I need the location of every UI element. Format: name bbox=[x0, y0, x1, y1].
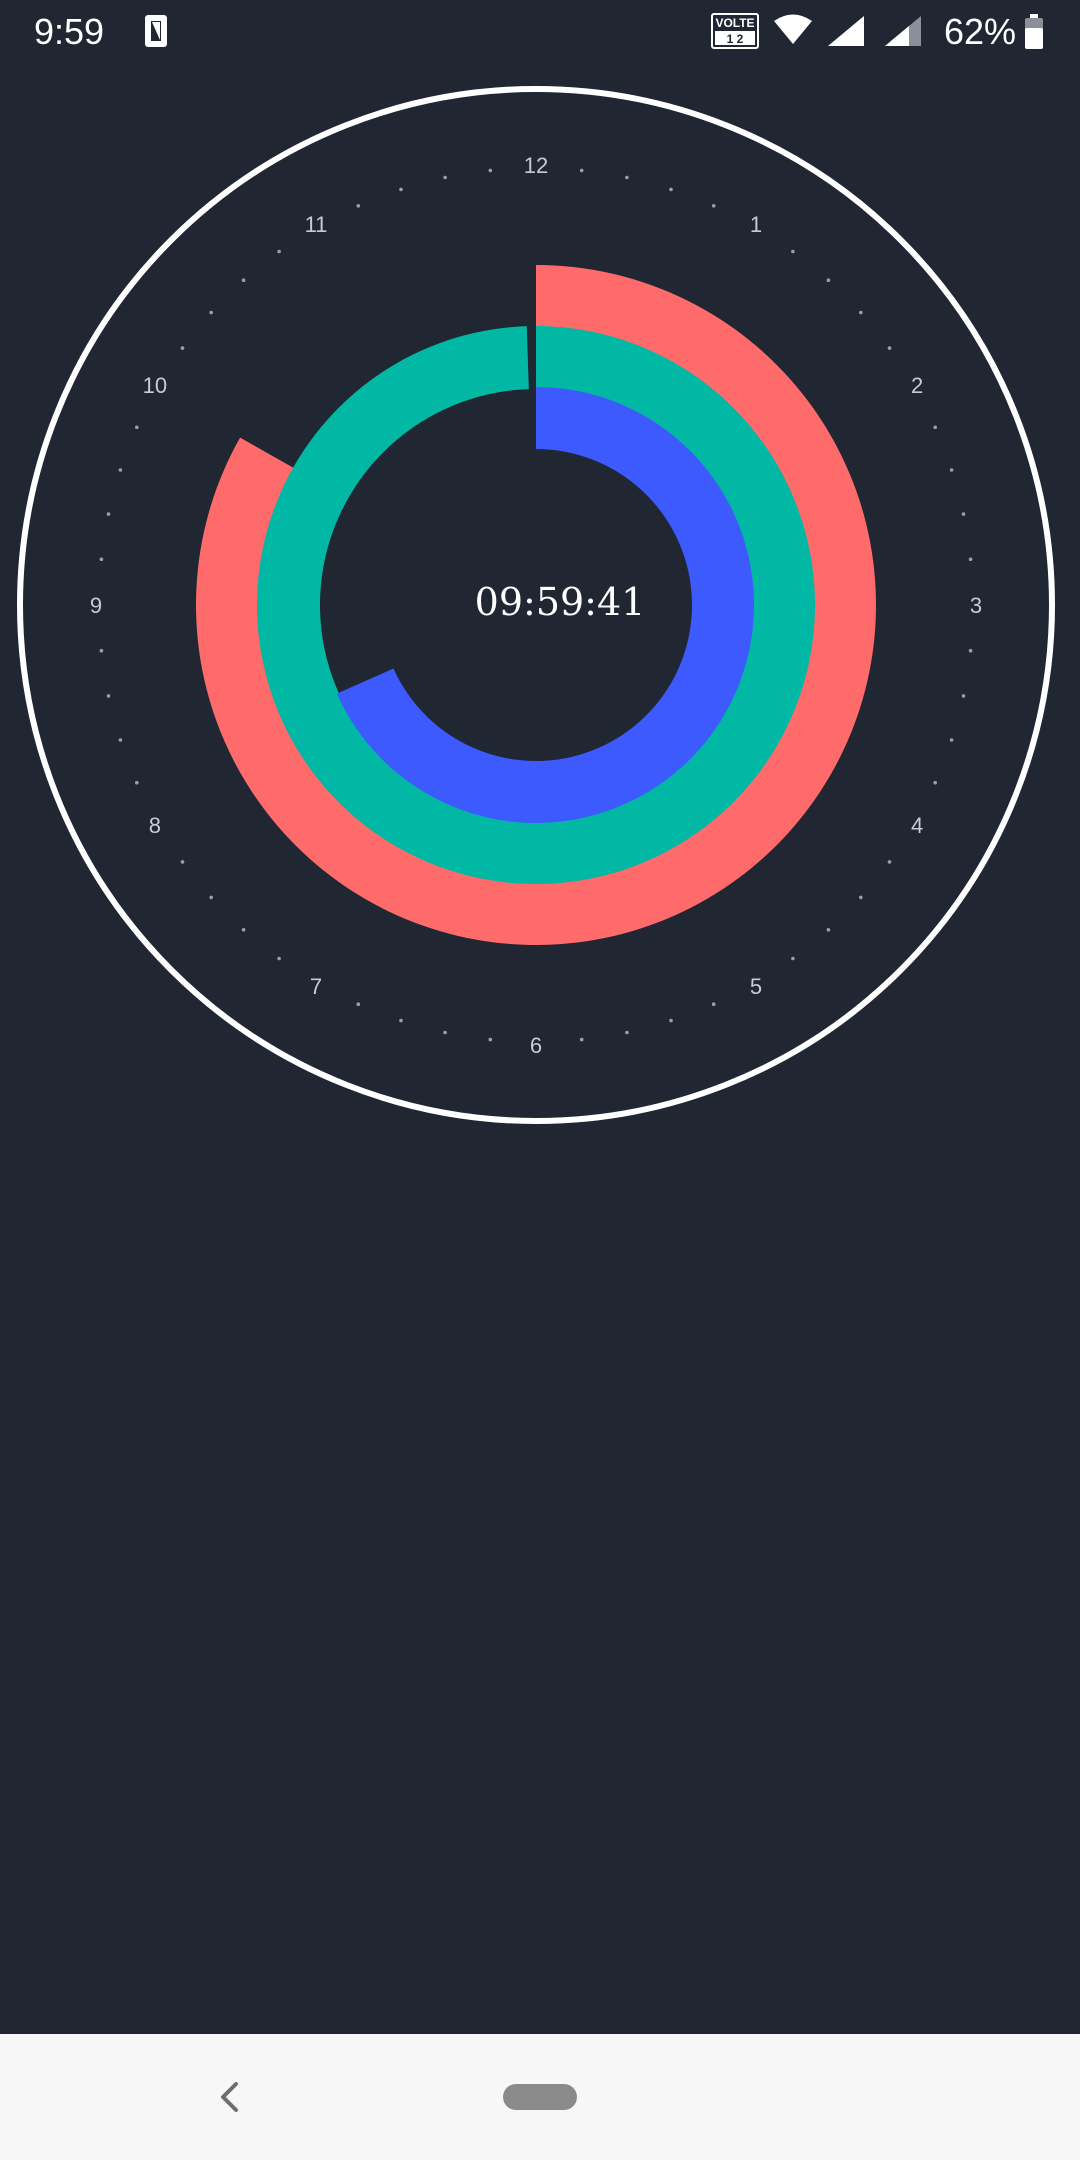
tick-dot bbox=[711, 1002, 716, 1006]
battery-percent: 62% bbox=[944, 11, 1017, 52]
tick-dot bbox=[791, 956, 795, 961]
tick-dot bbox=[887, 346, 892, 350]
hour-number: 11 bbox=[305, 212, 328, 237]
status-bar: 9:59 VOLTE 1 2 62% bbox=[0, 0, 1080, 64]
volte-icon: VOLTE 1 2 bbox=[711, 13, 759, 49]
tick-dot bbox=[859, 895, 863, 900]
tick-dot bbox=[961, 512, 966, 516]
tick-dot bbox=[277, 956, 281, 961]
tick-dot bbox=[118, 468, 123, 472]
tick-dot bbox=[579, 168, 584, 173]
tick-dot bbox=[826, 928, 831, 932]
tick-dot bbox=[826, 278, 831, 282]
navigation-bar bbox=[0, 2034, 1080, 2160]
signal-icon bbox=[885, 16, 921, 46]
tick-dot bbox=[933, 425, 937, 430]
tick-dot bbox=[579, 1037, 584, 1042]
tick-dot bbox=[887, 860, 892, 864]
tick-dot bbox=[443, 1030, 447, 1035]
tick-dot bbox=[106, 694, 111, 698]
hour-number: 9 bbox=[90, 593, 102, 618]
tick-dot bbox=[135, 425, 139, 430]
clock-screen: 9:59 VOLTE 1 2 62% 12 1 2 3 4 5 6 7 8 9 … bbox=[0, 0, 1080, 2160]
wifi-icon bbox=[774, 14, 812, 44]
tick-dot bbox=[488, 1037, 493, 1042]
tick-dot bbox=[961, 694, 966, 698]
tick-dot bbox=[135, 780, 139, 785]
hour-number: 4 bbox=[911, 813, 923, 838]
hour-number: 8 bbox=[149, 813, 161, 838]
tick-dot bbox=[356, 204, 361, 208]
tick-dot bbox=[669, 187, 673, 192]
battery-icon bbox=[1025, 14, 1043, 49]
tick-dot bbox=[625, 1030, 629, 1035]
hour-number: 5 bbox=[750, 974, 762, 999]
tick-dot bbox=[933, 780, 937, 785]
tick-dot bbox=[968, 557, 973, 562]
tick-dot bbox=[625, 175, 629, 180]
volte-label: VOLTE bbox=[715, 16, 754, 30]
digital-time: 09:59:41 bbox=[475, 580, 646, 624]
tick-dot bbox=[241, 928, 246, 932]
tick-dot bbox=[949, 738, 954, 742]
tick-dot bbox=[180, 860, 185, 864]
tick-dot bbox=[488, 168, 493, 173]
hour-number: 7 bbox=[310, 974, 322, 999]
hour-number: 3 bbox=[970, 593, 982, 618]
tick-dot bbox=[399, 1018, 403, 1023]
tick-dot bbox=[99, 557, 104, 562]
tick-dot bbox=[99, 648, 104, 653]
tick-dot bbox=[209, 895, 213, 900]
tick-dot bbox=[791, 249, 795, 254]
hour-number: 1 bbox=[750, 212, 762, 237]
tick-dot bbox=[669, 1018, 673, 1023]
status-time: 9:59 bbox=[34, 11, 105, 52]
hour-number: 10 bbox=[143, 373, 167, 398]
tick-dot bbox=[711, 204, 716, 208]
tick-dot bbox=[859, 310, 863, 315]
tick-dot bbox=[241, 278, 246, 282]
tick-dot bbox=[277, 249, 281, 254]
tick-dot bbox=[106, 512, 111, 516]
tick-dot bbox=[443, 175, 447, 180]
signal-icon bbox=[828, 16, 864, 46]
back-chevron-icon[interactable] bbox=[210, 2076, 252, 2118]
analog-clock: 121234567891011 09:59:41 bbox=[17, 86, 1055, 1124]
tick-dot bbox=[968, 648, 973, 653]
tick-dot bbox=[118, 738, 123, 742]
tick-dot bbox=[209, 310, 213, 315]
sim-card-icon bbox=[145, 15, 167, 47]
tick-dot bbox=[949, 468, 954, 472]
home-button[interactable] bbox=[503, 2084, 577, 2110]
hour-number: 12 bbox=[524, 153, 548, 178]
tick-dot bbox=[356, 1002, 361, 1006]
volte-sim-slots: 1 2 bbox=[727, 32, 744, 46]
hour-number: 2 bbox=[911, 373, 923, 398]
hour-number: 6 bbox=[530, 1033, 542, 1058]
tick-dot bbox=[399, 187, 403, 192]
tick-dot bbox=[180, 346, 185, 350]
